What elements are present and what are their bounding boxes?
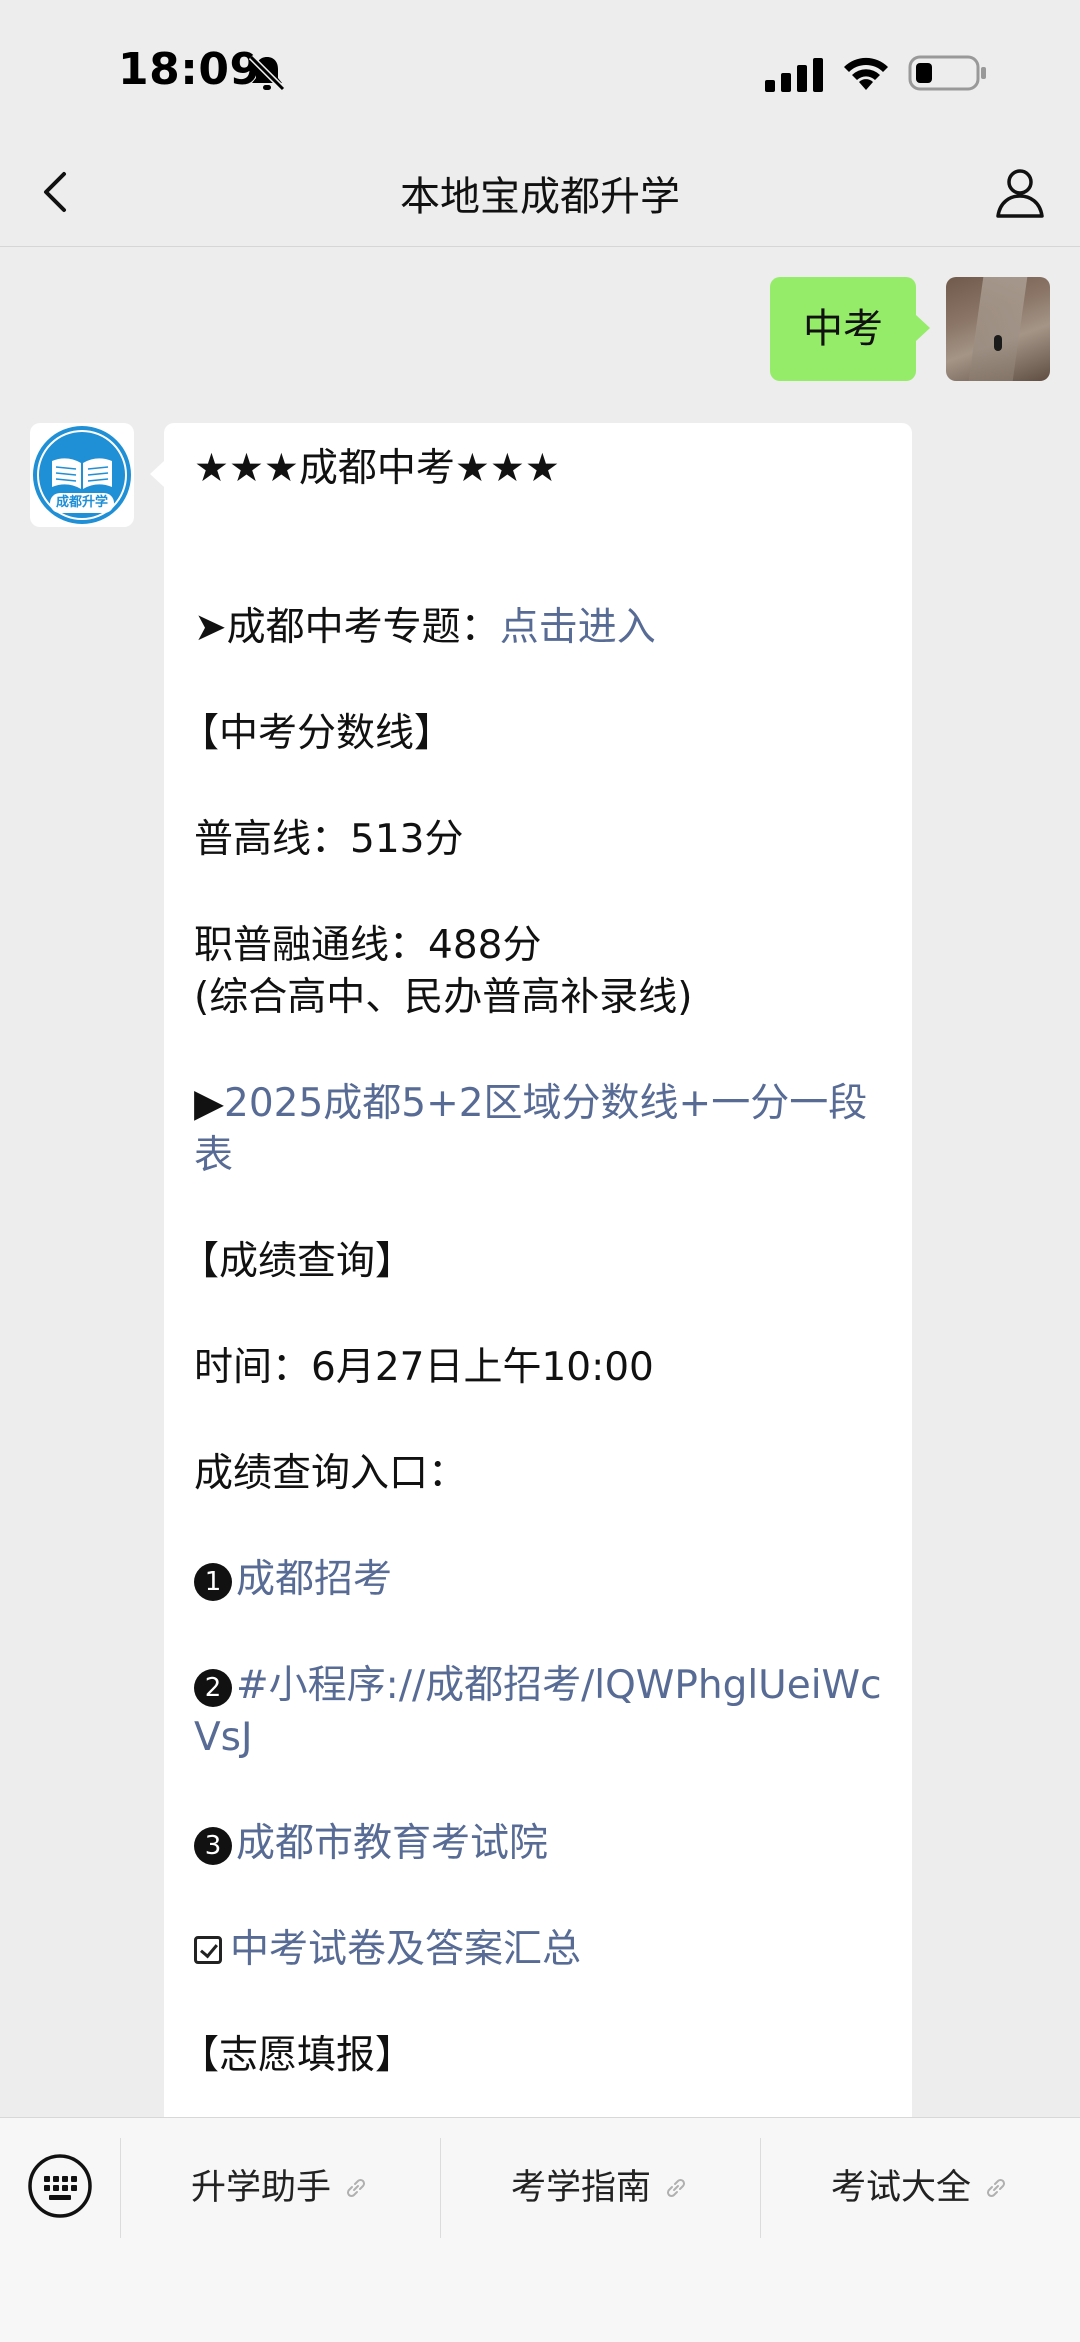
battery-icon (908, 55, 986, 91)
section-query-heading: 【成绩查询】 (180, 1239, 415, 1284)
bottom-menu: 升学助手 考学指南 考试大全 (0, 2117, 1080, 2342)
person-icon[interactable] (990, 162, 1050, 222)
papers-line: 中考试卷及答案汇总 (194, 1924, 882, 1976)
papers-link[interactable]: 中考试卷及答案汇总 (230, 1927, 581, 1972)
bell-muted-icon (248, 54, 286, 92)
link-icon (986, 2178, 1006, 2198)
page-title: 本地宝成都升学 (400, 174, 680, 220)
menu-item-label: 考试大全 (830, 2168, 971, 2208)
signal-icon (765, 58, 823, 92)
chat-area[interactable]: 中考 成都升学 ★★★成都中考★★★ ➤成都中考专题：点击进入 【中考分数线】 … (0, 247, 1080, 2117)
checkbox-icon (194, 1936, 222, 1964)
menu-item-study-guide[interactable]: 考学指南 (441, 2138, 759, 2238)
link-icon (346, 2178, 366, 2198)
official-account-avatar[interactable]: 成都升学 (30, 423, 134, 527)
score-2025-link[interactable]: 2025成都5+2区域分数线+一分一段表 (194, 1081, 867, 1178)
menu-item-study-assistant[interactable]: 升学助手 (121, 2138, 439, 2238)
entry-3-link[interactable]: 成都市教育考试院 (236, 1821, 548, 1866)
status-time: 18:09 (118, 44, 261, 95)
zhipu-line: 职普融通线：488分 (194, 923, 542, 968)
outgoing-message: 中考 (450, 277, 1050, 381)
outgoing-bubble[interactable]: 中考 (770, 277, 930, 381)
link-icon (666, 2178, 686, 2198)
entry-1-line: 1 成都招考 (194, 1554, 882, 1606)
special-topic-link[interactable]: 点击进入 (500, 605, 656, 650)
pugao-line: 普高线：513分 (194, 817, 464, 862)
menu-item-exam-guide[interactable]: 考试大全 (761, 2138, 1079, 2238)
entry-2-link[interactable]: #小程序://成都招考/lQWPhglUeiWcVsJ (194, 1663, 882, 1760)
menu-item-label: 升学助手 (190, 2168, 331, 2208)
avatar-label: 成都升学 (55, 495, 108, 510)
number-3-icon: 3 (194, 1827, 232, 1865)
arrow-marker: ▶ (194, 1081, 224, 1126)
score-2025-line: ▶2025成都5+2区域分数线+一分一段表 (194, 1078, 882, 1182)
incoming-bubble[interactable]: ★★★成都中考★★★ ➤成都中考专题：点击进入 【中考分数线】 普高线：513分… (150, 423, 912, 2117)
special-topic-label: ➤成都中考专题： (194, 605, 500, 650)
wifi-icon (844, 57, 888, 90)
entry-1-link[interactable]: 成都招考 (236, 1557, 392, 1602)
special-topic-line: ➤成都中考专题：点击进入 (194, 602, 882, 654)
user-avatar[interactable] (946, 277, 1050, 381)
section-score-heading: 【中考分数线】 (180, 711, 454, 756)
entry-3-line: 3 成都市教育考试院 (194, 1818, 882, 1870)
nav-bar: 本地宝成都升学 (0, 140, 1080, 247)
number-2-icon: 2 (194, 1669, 232, 1707)
status-bar: 18:09 (0, 0, 1080, 140)
message-title: ★★★成都中考★★★ (194, 446, 560, 491)
query-entry-label: 成绩查询入口： (194, 1451, 468, 1496)
keyboard-icon[interactable] (26, 2152, 94, 2220)
menu-item-label: 考学指南 (510, 2168, 651, 2208)
section-volunteer-heading: 【志愿填报】 (180, 2033, 415, 2078)
zhipu-note: (综合高中、民办普高补录线) (194, 975, 693, 1020)
entry-2-line: 2 #小程序://成都招考/lQWPhglUeiWcVsJ (194, 1660, 882, 1764)
number-1-icon: 1 (194, 1563, 232, 1601)
query-time-line: 时间：6月27日上午10:00 (194, 1345, 654, 1390)
